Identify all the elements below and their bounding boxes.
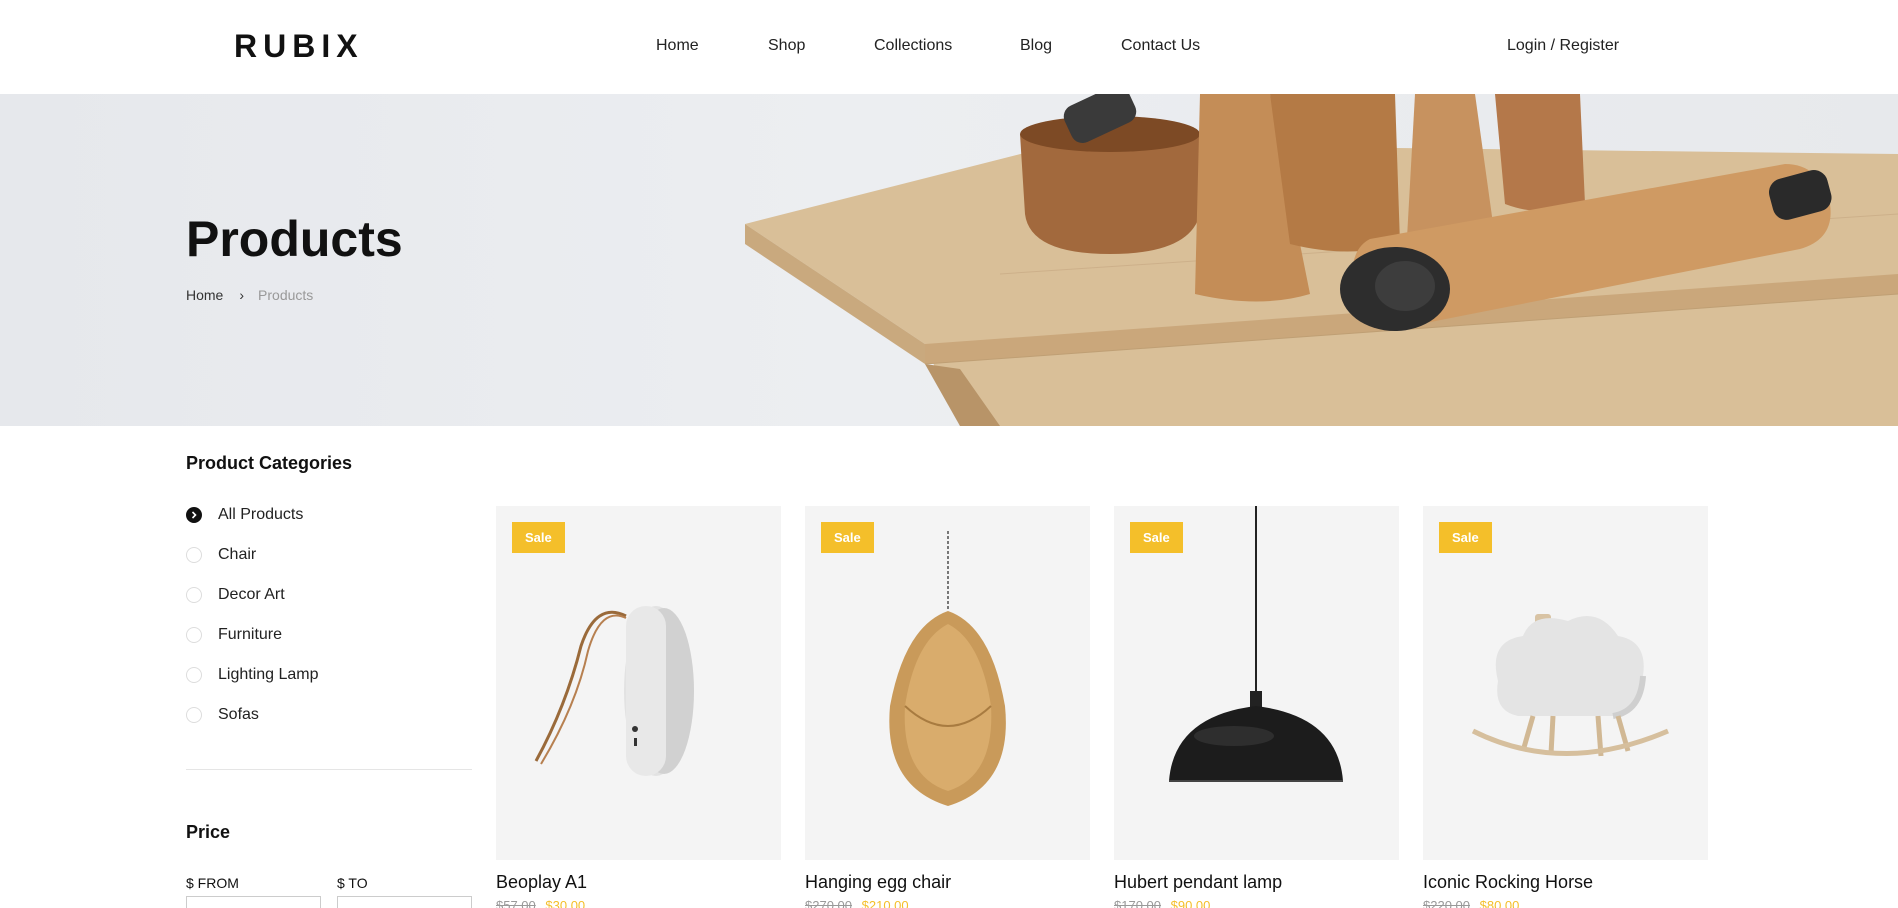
nav-collections[interactable]: Collections [874, 37, 952, 55]
product-card[interactable]: Sale Hubert pendant lamp $170.00 $90.00 [1114, 506, 1399, 908]
sale-price: $90.00 [1170, 898, 1211, 908]
radio-icon[interactable] [186, 667, 202, 683]
product-image[interactable]: Sale [496, 506, 781, 860]
category-label: Sofas [218, 706, 259, 723]
category-decor-art[interactable]: Decor Art [186, 586, 285, 604]
category-chair[interactable]: Chair [186, 546, 256, 564]
category-lighting-lamp[interactable]: Lighting Lamp [186, 666, 319, 684]
product-price: $220.00 $80.00 [1423, 898, 1519, 908]
sale-price: $30.00 [545, 898, 586, 908]
old-price: $57.00 [496, 898, 536, 908]
category-label: Chair [218, 546, 257, 563]
product-price: $57.00 $30.00 [496, 898, 585, 908]
breadcrumb-home-link[interactable]: Home [186, 287, 223, 303]
product-card[interactable]: Sale Beoplay A1 $57.00 $30.00 [496, 506, 781, 908]
product-image[interactable]: Sale [805, 506, 1090, 860]
nav-blog[interactable]: Blog [1020, 37, 1052, 55]
product-price: $170.00 $90.00 [1114, 898, 1210, 908]
radio-icon[interactable] [186, 627, 202, 643]
category-label: Decor Art [218, 586, 285, 603]
chevron-right-icon: › [239, 287, 245, 303]
product-card[interactable]: Sale Hanging egg chair $270.00 $210.00 [805, 506, 1090, 908]
nav-home[interactable]: Home [656, 37, 699, 55]
product-image[interactable]: Sale [1114, 506, 1399, 860]
product-name[interactable]: Hubert pendant lamp [1114, 872, 1282, 893]
speaker-image [534, 606, 694, 776]
product-price: $270.00 $210.00 [805, 898, 909, 908]
product-name[interactable]: Beoplay A1 [496, 872, 587, 893]
login-register-link[interactable]: Login / Register [1507, 37, 1619, 55]
page-title: Products [186, 211, 403, 267]
category-label: Furniture [218, 626, 283, 643]
old-price: $270.00 [805, 898, 852, 908]
price-from-input[interactable] [186, 896, 321, 908]
product-image[interactable]: Sale [1423, 506, 1708, 860]
product-name[interactable]: Hanging egg chair [805, 872, 951, 893]
category-label: Lighting Lamp [218, 666, 319, 683]
radio-icon[interactable] [186, 547, 202, 563]
sale-price: $210.00 [861, 898, 909, 908]
product-name[interactable]: Iconic Rocking Horse [1423, 872, 1593, 893]
radio-icon[interactable] [186, 587, 202, 603]
old-price: $220.00 [1423, 898, 1470, 908]
hero-banner: Products Home › Products [0, 94, 1898, 426]
egg-chair-image [889, 531, 1006, 806]
sale-price: $80.00 [1479, 898, 1520, 908]
radio-icon[interactable] [186, 707, 202, 723]
price-from-label: $ FROM [186, 875, 239, 891]
rocking-horse-image [1471, 614, 1669, 757]
nav-contact-us[interactable]: Contact Us [1121, 37, 1200, 55]
radio-checked-icon[interactable] [186, 507, 202, 523]
pendant-lamp-image [1169, 506, 1343, 782]
price-to-label: $ TO [337, 875, 368, 891]
category-all-products[interactable]: All Products [186, 506, 303, 524]
price-to-input[interactable] [337, 896, 472, 908]
product-card[interactable]: Sale Iconic Rocking Horse $220.00 $80.00 [1423, 506, 1708, 908]
category-label: All Products [218, 506, 304, 523]
old-price: $170.00 [1114, 898, 1161, 908]
nav-shop[interactable]: Shop [768, 37, 805, 55]
categories-heading: Product Categories [186, 453, 353, 473]
category-sofas[interactable]: Sofas [186, 706, 259, 724]
category-furniture[interactable]: Furniture [186, 626, 282, 644]
breadcrumb: Home › Products [186, 287, 313, 303]
breadcrumb-current: Products [258, 287, 314, 303]
sidebar-divider [186, 769, 472, 770]
site-header: RUBIX Home Shop Collections Blog Contact… [0, 0, 1898, 94]
price-heading: Price [186, 822, 231, 842]
